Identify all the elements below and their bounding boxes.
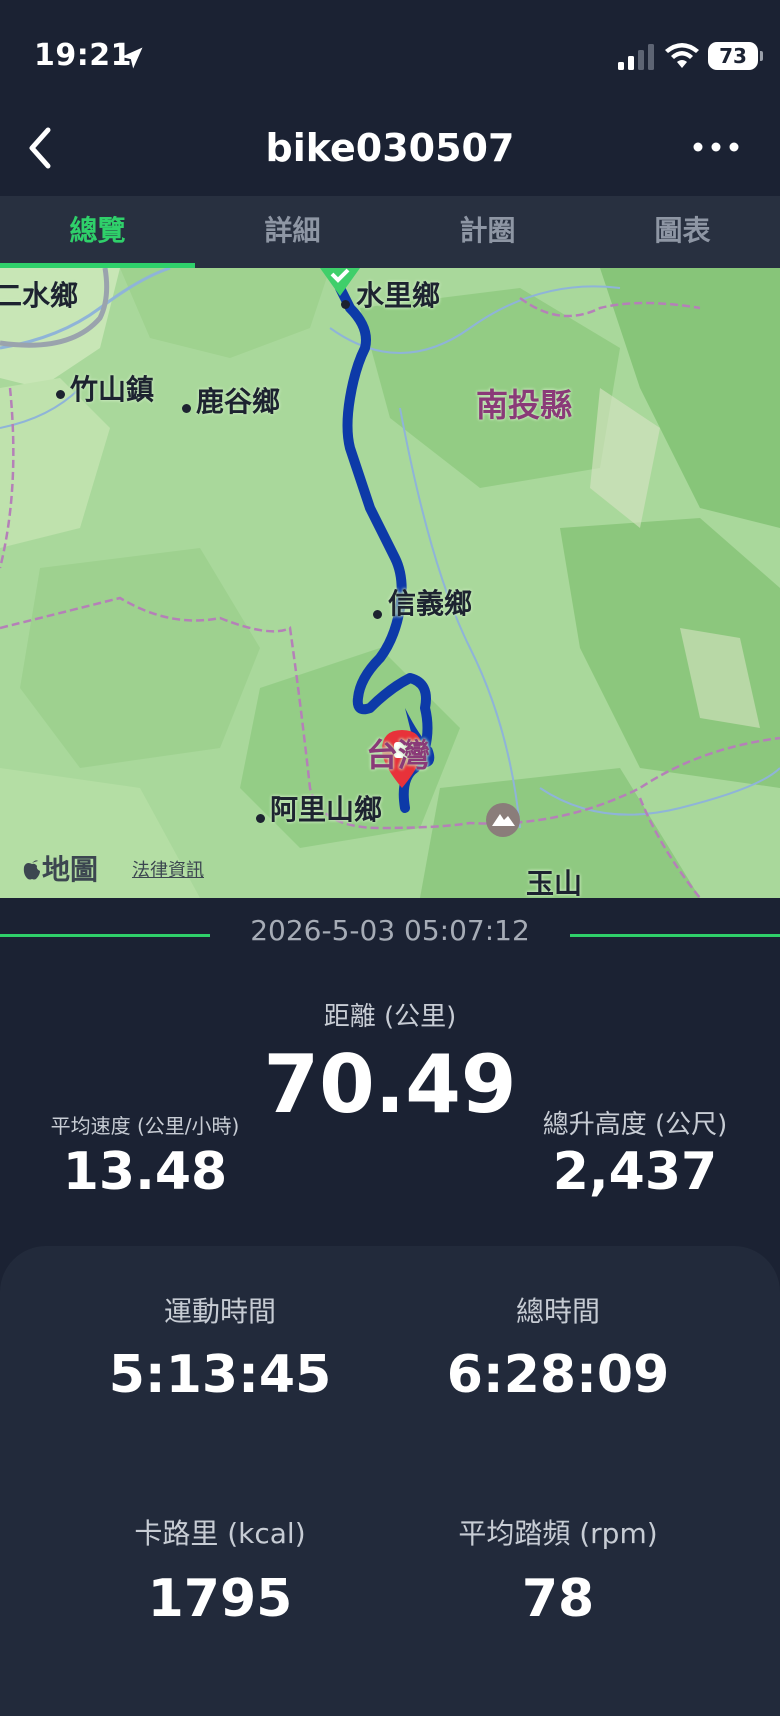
- total-time-label: 總時間: [515, 1295, 600, 1328]
- map-label-alishan: 阿里山鄉: [270, 793, 383, 826]
- ascent-label: 總升高度 (公尺): [542, 1110, 728, 1140]
- divider-right: [570, 934, 780, 937]
- map-label-xinyi: 信義鄉: [388, 587, 473, 620]
- tab-overview[interactable]: 總覽: [0, 196, 195, 268]
- battery-indicator: 73: [708, 42, 763, 70]
- ascent-value: 2,437: [552, 1142, 718, 1202]
- status-bar: 19:21 73: [0, 0, 780, 110]
- map-label-ershui: 二水鄉: [0, 279, 79, 312]
- cellular-signal-icon: [618, 44, 654, 70]
- map-dot-lugu: [182, 404, 191, 413]
- moving-time-label: 運動時間: [163, 1295, 276, 1328]
- page-title: bike030507: [265, 126, 515, 170]
- wifi-icon: [665, 43, 699, 68]
- map-label-zhushan: 竹山鎮: [70, 373, 155, 406]
- calories-label: 卡路里 (kcal): [134, 1517, 306, 1550]
- apple-logo-icon: [23, 860, 40, 880]
- map-legal-link[interactable]: 法律資訊: [132, 856, 204, 882]
- calories-value: 1795: [147, 1569, 293, 1629]
- map-dot-alishan: [256, 814, 265, 823]
- distance-value: 70.49: [263, 1038, 517, 1131]
- map-label-shuili: 水里鄉: [356, 279, 441, 312]
- map-dot-zhushan: [56, 390, 65, 399]
- location-arrow-icon: [121, 47, 143, 69]
- more-options-icon[interactable]: [690, 132, 742, 162]
- map-label-nantou: 南投縣: [476, 386, 573, 424]
- map-label-lugu: 鹿谷鄉: [196, 385, 281, 418]
- tab-laps[interactable]: 計圈: [390, 196, 585, 268]
- cadence-value: 78: [521, 1569, 595, 1629]
- avg-speed-value: 13.48: [62, 1142, 228, 1202]
- tab-details[interactable]: 詳細: [195, 196, 390, 268]
- map-label-taiwan: 台灣: [366, 736, 431, 774]
- moving-time-value: 5:13:45: [108, 1345, 332, 1405]
- map-label-yushan: 玉山: [526, 867, 583, 898]
- activity-date: 2026-5-03 05:07:12: [250, 914, 530, 947]
- tab-bar: 總覽 詳細 計圈 圖表: [0, 196, 780, 268]
- tab-charts[interactable]: 圖表: [585, 196, 780, 268]
- map-attribution-text: 地圖: [42, 853, 99, 886]
- route-map[interactable]: 二水鄉 水里鄉 竹山鎮 鹿谷鄉 南投縣 信義鄉 台灣 阿里山鄉 玉山 地圖 法律…: [0, 268, 780, 898]
- map-dot-xinyi: [373, 610, 382, 619]
- cadence-label: 平均踏頻 (rpm): [458, 1517, 658, 1550]
- distance-label: 距離 (公里): [323, 1002, 457, 1032]
- map-dot-shuili: [341, 300, 350, 309]
- map-attribution: 地圖: [22, 848, 98, 888]
- avg-speed-label: 平均速度 (公里/小時): [50, 1114, 240, 1138]
- total-time-value: 6:28:09: [446, 1345, 670, 1405]
